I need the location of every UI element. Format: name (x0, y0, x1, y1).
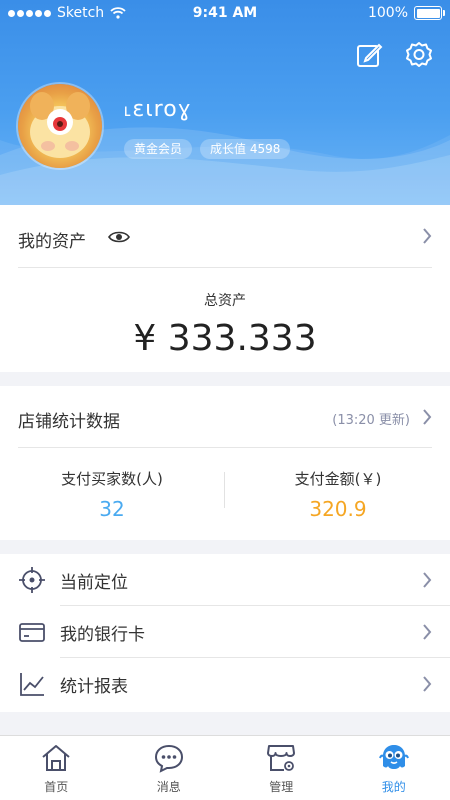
menu-item-bank-card[interactable]: 我的银行卡 (0, 606, 450, 658)
chevron-right-icon (423, 228, 432, 244)
menu-item-report[interactable]: 统计报表 (0, 658, 450, 710)
chevron-right-icon (423, 624, 432, 640)
bank-card-icon (19, 623, 45, 642)
home-icon (42, 745, 70, 771)
chevron-right-icon (423, 409, 432, 425)
member-level-badge: 黄金会员 (124, 139, 193, 159)
amount-label: 支付金额(￥) (294, 470, 382, 488)
tab-home[interactable]: 首页 (0, 736, 113, 800)
avatar[interactable] (18, 84, 102, 168)
divider (18, 267, 432, 268)
store-stats-title: 店铺统计数据 (18, 412, 120, 432)
menu-item-label: 统计报表 (60, 677, 128, 697)
total-assets-value: ¥ 333.333 (133, 318, 317, 359)
menu-item-label: 我的银行卡 (60, 625, 145, 645)
username: ˪ɛɩroɣ (124, 97, 192, 122)
assets-card: 我的资产 总资产 ¥ 333.333 (0, 205, 450, 372)
assets-header-row[interactable]: 我的资产 (0, 205, 450, 267)
store-manage-icon (267, 745, 296, 771)
status-bar: Sketch 9:41 AM 100% (0, 0, 450, 26)
update-time-note: (13:20 更新) (332, 413, 410, 428)
amount-value: 320.9 (309, 497, 367, 521)
location-icon (19, 567, 45, 593)
buyers-value: 32 (99, 497, 125, 521)
chart-icon (20, 673, 44, 696)
tab-label: 消息 (156, 780, 181, 794)
avatar-image (30, 92, 90, 158)
menu-card: 当前定位 我的银行卡 统计报表 (0, 554, 450, 712)
assets-title: 我的资产 (18, 232, 86, 252)
tab-label: 我的 (381, 780, 406, 794)
menu-item-label: 当前定位 (60, 573, 128, 593)
chevron-right-icon (423, 676, 432, 692)
total-assets-label: 总资产 (204, 293, 246, 309)
battery-percent: 100% (367, 5, 408, 21)
amount-stat: 支付金额(￥) 320.9 (226, 468, 450, 521)
eye-icon[interactable] (108, 229, 130, 245)
store-stats-header-row[interactable]: 店铺统计数据 (13:20 更新) (0, 386, 450, 447)
profile-header: Sketch 9:41 AM 100% ˪ɛɩroɣ 黄金会员 成长值 4598 (0, 0, 450, 205)
battery-status: 100% (367, 5, 445, 21)
battery-icon (414, 6, 445, 20)
store-stats-card: 店铺统计数据 (13:20 更新) 支付买家数(人) 32 支付金额(￥) 32… (0, 386, 450, 540)
tab-mine[interactable]: 我的 (338, 736, 450, 800)
growth-value-badge: 成长值 4598 (200, 139, 291, 159)
tab-label: 首页 (44, 780, 69, 794)
bottom-tab-bar: 首页 消息 管理 我的 (0, 735, 450, 800)
buyers-stat: 支付买家数(人) 32 (0, 468, 224, 521)
menu-item-location[interactable]: 当前定位 (0, 554, 450, 606)
buyers-label: 支付买家数(人) (61, 470, 163, 488)
tab-label: 管理 (269, 780, 294, 794)
edit-icon[interactable] (354, 40, 384, 70)
tab-manage[interactable]: 管理 (225, 736, 338, 800)
stats-divider (224, 472, 225, 508)
settings-icon[interactable] (404, 40, 434, 70)
tab-messages[interactable]: 消息 (113, 736, 226, 800)
profile-mascot-icon (378, 745, 409, 769)
message-icon (154, 744, 183, 773)
divider (18, 447, 432, 448)
chevron-right-icon (423, 572, 432, 588)
